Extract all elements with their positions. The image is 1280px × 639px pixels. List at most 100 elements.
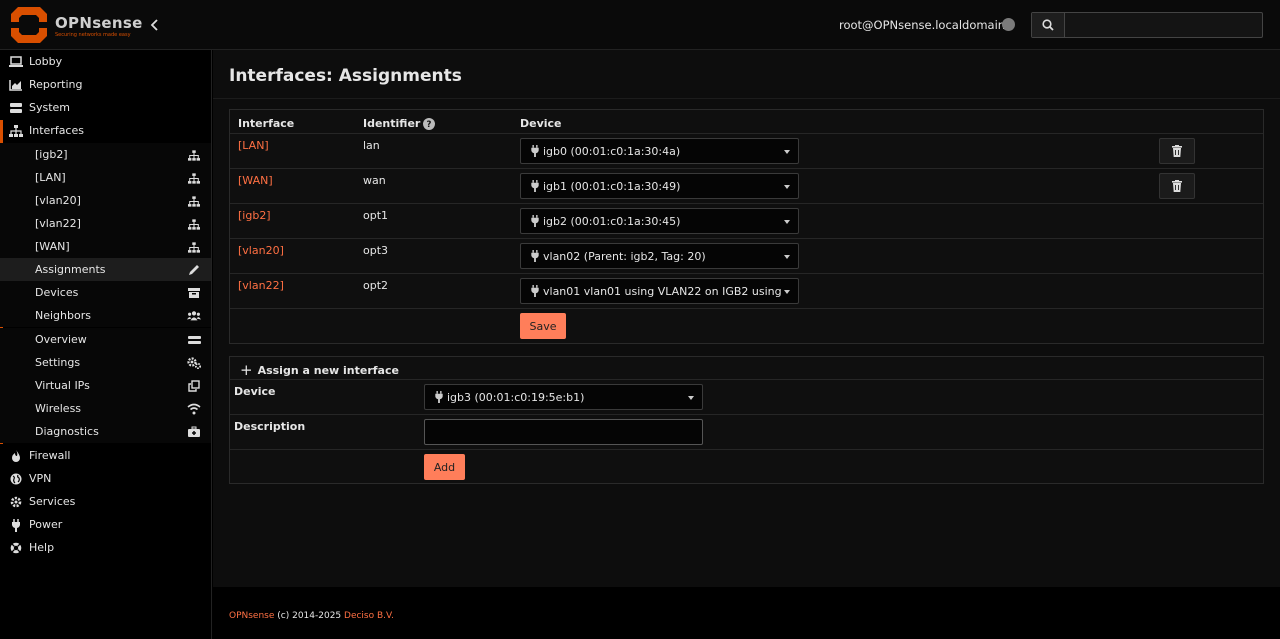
sidebar-subitem-vlan22[interactable]: [vlan22]: [0, 212, 211, 235]
sidebar-subitem-label: Virtual IPs: [35, 379, 90, 392]
sidebar-item-firewall[interactable]: Firewall: [0, 444, 211, 467]
sidebar-subitem-label: [LAN]: [35, 171, 66, 184]
plug-icon: [531, 285, 539, 297]
device-select-value: igb0 (00:01:c0:1a:30:4a): [543, 145, 681, 158]
new-device-select[interactable]: igb3 (00:01:c0:19:5e:b1): [424, 384, 703, 410]
interface-link-vlan22[interactable]: [vlan22]: [238, 279, 284, 292]
sidebar-subitem-neighbors[interactable]: Neighbors: [0, 304, 211, 327]
list-icon: [187, 333, 201, 347]
footer-brand-link[interactable]: OPNsense: [229, 611, 274, 621]
identifier-opt3: opt3: [363, 244, 389, 257]
sidebar-subitem-wan[interactable]: [WAN]: [0, 235, 211, 258]
plug-icon: [531, 250, 539, 262]
delete-wan-button[interactable]: [1159, 173, 1195, 199]
plug-icon: [531, 215, 539, 227]
identifier-lan: lan: [363, 139, 380, 152]
row-divider: [230, 168, 1263, 169]
device-select-vlan20[interactable]: vlan02 (Parent: igb2, Tag: 20): [520, 243, 799, 269]
sitemap-icon: [187, 148, 201, 162]
plug-icon: [531, 180, 539, 192]
sidebar-item-label: Power: [29, 518, 63, 531]
collapse-sidebar-button[interactable]: [145, 15, 163, 35]
sidebar-subitem-igb2[interactable]: [igb2]: [0, 143, 211, 166]
sidebar-item-vpn[interactable]: VPN: [0, 467, 211, 490]
column-header-identifier-label: Identifier: [363, 117, 421, 130]
sidebar-item-help[interactable]: Help: [0, 536, 211, 559]
sidebar-subitem-label: Neighbors: [35, 309, 91, 322]
sidebar-subitem-settings[interactable]: Settings: [0, 351, 211, 374]
sidebar-item-interfaces[interactable]: Interfaces: [0, 119, 211, 142]
interface-link-wan[interactable]: [WAN]: [238, 174, 273, 187]
row-divider: [230, 308, 1263, 309]
sidebar-item-services[interactable]: Services: [0, 490, 211, 513]
sidebar-subitem-wireless[interactable]: Wireless: [0, 397, 211, 420]
interface-link-lan[interactable]: [LAN]: [238, 139, 269, 152]
description-input[interactable]: [424, 419, 703, 445]
sidebar-subitem-label: [vlan20]: [35, 194, 81, 207]
footer-copyright: (c) 2014-2025: [274, 611, 345, 621]
new-interface-header: + Assign a new interface: [240, 361, 399, 379]
svg-text:?: ?: [427, 120, 432, 130]
device-label: Device: [234, 385, 276, 398]
title-divider: [213, 98, 1280, 99]
caret-down-icon: [784, 150, 790, 154]
sidebar-item-power[interactable]: Power: [0, 513, 211, 536]
footer-company-link[interactable]: Deciso B.V.: [344, 611, 394, 621]
wifi-icon: [187, 402, 201, 416]
row-divider: [230, 273, 1263, 274]
sidebar-item-lobby[interactable]: Lobby: [0, 50, 211, 73]
help-icon[interactable]: ?: [423, 117, 436, 130]
device-select-lan[interactable]: igb0 (00:01:c0:1a:30:4a): [520, 138, 799, 164]
sidebar-item-label: Interfaces: [29, 124, 84, 137]
sidebar-item-system[interactable]: System: [0, 96, 211, 119]
sidebar-subitem-overview[interactable]: Overview: [0, 328, 211, 351]
sidebar-subitem-assignments[interactable]: Assignments: [0, 258, 211, 281]
fire-icon: [9, 449, 23, 463]
row-divider: [230, 414, 1263, 415]
column-header-device: Device: [520, 117, 562, 130]
column-header-identifier: Identifier ?: [363, 117, 436, 130]
status-indicator[interactable]: [1002, 18, 1015, 31]
delete-lan-button[interactable]: [1159, 138, 1195, 164]
sidebar-subitem-diagnostics[interactable]: Diagnostics: [0, 420, 211, 443]
sidebar-item-label: Lobby: [29, 55, 63, 68]
area-chart-icon: [9, 78, 23, 92]
trash-icon: [1172, 180, 1182, 192]
sidebar-item-label: Firewall: [29, 449, 71, 462]
sidebar-subitem-label: Assignments: [35, 263, 106, 276]
interface-link-igb2[interactable]: [igb2]: [238, 209, 271, 222]
interface-link-vlan20[interactable]: [vlan20]: [238, 244, 284, 257]
caret-down-icon: [688, 396, 694, 400]
search-button[interactable]: [1032, 13, 1065, 37]
sidebar-subitem-lan[interactable]: [LAN]: [0, 166, 211, 189]
plus-icon: +: [240, 361, 253, 379]
sidebar-subitem-vlan20[interactable]: [vlan20]: [0, 189, 211, 212]
brand-tagline: Securing networks made easy: [55, 32, 131, 38]
top-bar: OPNsense Securing networks made easy roo…: [0, 0, 1280, 50]
device-select-value: igb2 (00:01:c0:1a:30:45): [543, 215, 681, 228]
sidebar-subitem-devices[interactable]: Devices: [0, 281, 211, 304]
caret-down-icon: [784, 290, 790, 294]
sidebar-subitem-virtual-ips[interactable]: Virtual IPs: [0, 374, 211, 397]
main-content: Interfaces: Assignments Interface Identi…: [213, 50, 1280, 587]
sitemap-icon: [187, 217, 201, 231]
row-divider: [230, 379, 1263, 380]
user-link[interactable]: root@OPNsense.localdomain: [839, 18, 1005, 32]
sidebar: Lobby Reporting System Interfaces [igb2]…: [0, 50, 212, 639]
device-select-igb2[interactable]: igb2 (00:01:c0:1a:30:45): [520, 208, 799, 234]
sidebar-item-label: VPN: [29, 472, 52, 485]
add-button[interactable]: Add: [424, 454, 465, 480]
sidebar-subitem-label: [WAN]: [35, 240, 70, 253]
identifier-opt2: opt2: [363, 279, 389, 292]
medkit-icon: [187, 425, 201, 439]
device-select-vlan22[interactable]: vlan01 vlan01 using VLAN22 on IGB2 using…: [520, 278, 799, 304]
device-select-wan[interactable]: igb1 (00:01:c0:1a:30:49): [520, 173, 799, 199]
description-label: Description: [234, 420, 306, 433]
assignments-table: Interface Identifier ? Device [LAN] lan …: [229, 109, 1264, 344]
search-input[interactable]: [1065, 13, 1262, 37]
opnsense-logo-icon[interactable]: [9, 5, 49, 45]
save-button[interactable]: Save: [520, 313, 566, 339]
sidebar-subitem-label: [igb2]: [35, 148, 68, 161]
sidebar-item-reporting[interactable]: Reporting: [0, 73, 211, 96]
search-icon: [1042, 19, 1054, 31]
